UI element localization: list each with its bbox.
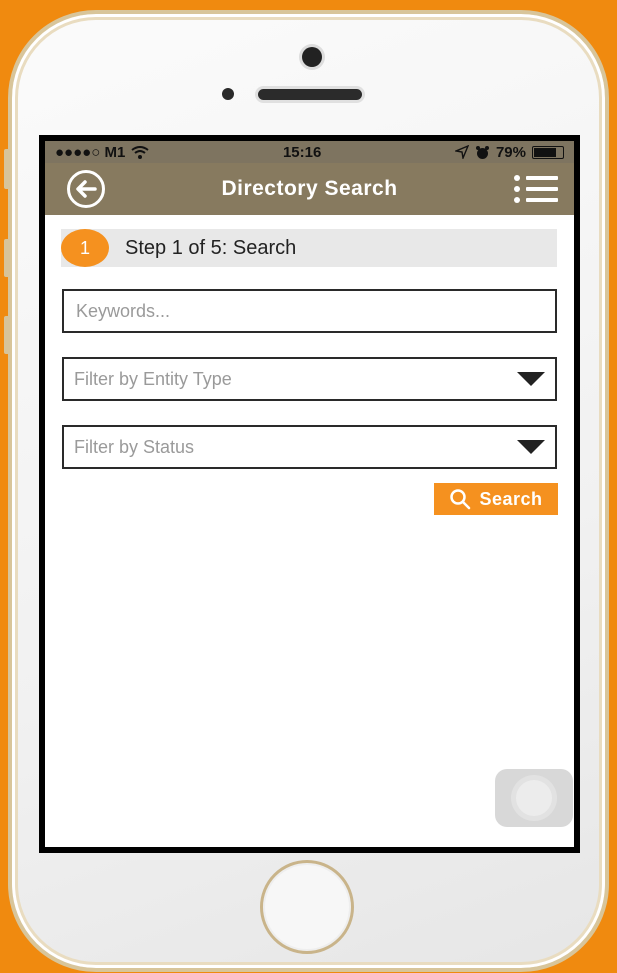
clock: 15:16 (282, 143, 322, 161)
home-button[interactable] (260, 860, 354, 954)
entity-type-select[interactable]: Filter by Entity Type (62, 357, 557, 401)
status-bar: ●●●●○ M1 15:16 79% (45, 141, 574, 163)
step-label: Step 1 of 5: Search (125, 236, 297, 259)
caret-down-icon (517, 440, 545, 454)
battery-icon (532, 145, 564, 159)
entity-type-placeholder: Filter by Entity Type (74, 368, 232, 389)
menu-button[interactable] (514, 175, 558, 203)
status-placeholder: Filter by Status (74, 436, 195, 457)
caret-down-icon (517, 372, 545, 386)
volume-down-button (4, 316, 10, 354)
step-indicator: 1 Step 1 of 5: Search (61, 229, 557, 267)
list-menu-icon (514, 175, 558, 181)
keywords-input[interactable] (74, 299, 545, 323)
search-button-label: Search (479, 488, 543, 509)
list-menu-icon-row (514, 186, 558, 192)
back-button[interactable] (67, 170, 105, 208)
list-menu-icon-row (514, 197, 558, 203)
status-select[interactable]: Filter by Status (62, 425, 557, 469)
app-view: ●●●●○ M1 15:16 79% Directory Search 1 St… (45, 141, 574, 847)
page-title: Directory Search (221, 177, 398, 200)
earpiece-speaker (258, 89, 362, 100)
keywords-field[interactable] (62, 289, 557, 333)
search-button[interactable]: Search (434, 483, 558, 515)
carrier-signal: ●●●●○ M1 (55, 143, 126, 161)
volume-up-button (4, 239, 10, 277)
assistive-touch-button[interactable] (495, 769, 573, 827)
back-arrow-icon (76, 180, 97, 198)
wifi-icon (131, 145, 149, 159)
front-camera (302, 47, 322, 67)
phone-screen: ●●●●○ M1 15:16 79% Directory Search 1 St… (39, 135, 580, 853)
alarm-icon (475, 145, 489, 159)
battery-percent: 79% (495, 143, 526, 161)
search-icon (450, 489, 471, 510)
assistive-touch-icon (516, 780, 552, 816)
location-arrow-icon (454, 145, 469, 159)
nav-bar: Directory Search (45, 163, 574, 215)
step-number-badge: 1 (61, 229, 109, 267)
mute-switch (4, 149, 10, 189)
proximity-sensor (222, 88, 234, 100)
